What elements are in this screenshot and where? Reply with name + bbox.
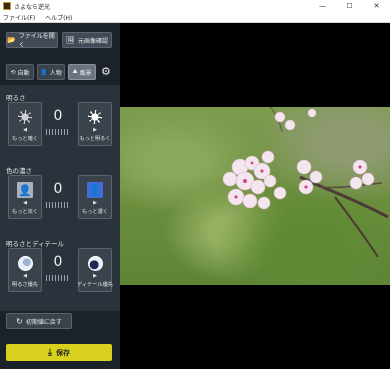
tab-auto[interactable]: ⟲ 自動 bbox=[6, 64, 34, 80]
brightness-detail-value: 0 bbox=[53, 254, 63, 270]
brightness-value: 0 bbox=[53, 108, 63, 124]
right-arrow-icon: ▶ bbox=[93, 127, 97, 133]
image-icon: 🖼 bbox=[66, 36, 75, 44]
tab-landscape[interactable]: ⛰ 風景 bbox=[68, 64, 96, 80]
sun-dim-icon bbox=[18, 110, 32, 124]
color-depth-value: 0 bbox=[53, 181, 63, 197]
person-vivid-icon: 👤 bbox=[88, 183, 102, 197]
reset-label: 初期値に戻す bbox=[25, 318, 62, 326]
brightness-priority-icon bbox=[17, 255, 33, 271]
title-bar: さよなら逆光 — ☐ ✕ bbox=[0, 0, 390, 12]
brightness-slider[interactable] bbox=[46, 129, 70, 135]
tab-person[interactable]: 👤 人物 bbox=[37, 64, 65, 80]
detail-priority-button[interactable]: ▶ ディテール優先 bbox=[77, 248, 113, 292]
auto-icon: ⟲ bbox=[10, 68, 16, 76]
landscape-icon: ⛰ bbox=[72, 68, 78, 75]
minimize-button[interactable]: — bbox=[309, 0, 336, 12]
brightness-minus-button[interactable]: ◀ もっと暗く bbox=[8, 102, 42, 146]
window-controls: — ☐ ✕ bbox=[309, 0, 390, 12]
menu-file[interactable]: ファイル(F) bbox=[3, 13, 35, 22]
person-icon: 👤 bbox=[40, 68, 48, 76]
view-original-label: 元画像確認 bbox=[77, 37, 108, 45]
save-label: 保存 bbox=[55, 348, 70, 357]
person-pale-icon: 👤 bbox=[18, 183, 32, 197]
brightness-detail-title: 明るさとディテール bbox=[6, 240, 65, 248]
color-depth-minus-button[interactable]: 👤 ◀ もっと淡く bbox=[8, 175, 42, 219]
maximize-button[interactable]: ☐ bbox=[336, 0, 363, 12]
cherry-blossom-image bbox=[222, 107, 389, 258]
brightness-minus-label: もっと暗く bbox=[12, 136, 38, 142]
brightness-title: 明るさ bbox=[6, 94, 26, 102]
download-icon: ⤓ bbox=[48, 347, 52, 358]
color-depth-plus-button[interactable]: 👤 ▶ もっと濃く bbox=[78, 175, 112, 219]
left-arrow-icon: ◀ bbox=[23, 200, 27, 206]
right-arrow-icon: ▶ bbox=[93, 200, 97, 206]
app-icon bbox=[3, 2, 11, 10]
detail-priority-label: ディテール優先 bbox=[77, 282, 113, 288]
color-depth-title: 色の濃さ bbox=[6, 167, 32, 175]
color-depth-minus-label: もっと淡く bbox=[12, 209, 38, 215]
gear-icon[interactable]: ⚙ bbox=[101, 65, 111, 78]
reset-icon: ↻ bbox=[16, 316, 23, 326]
brightness-plus-button[interactable]: ▶ もっと明るく bbox=[78, 102, 112, 146]
menu-bar: ファイル(F) ヘルプ(H) bbox=[0, 12, 390, 23]
right-arrow-icon: ▶ bbox=[93, 273, 97, 279]
color-depth-plus-label: もっと濃く bbox=[82, 209, 108, 215]
open-file-label: ファイルを開く bbox=[18, 33, 55, 49]
brightness-detail-slider[interactable] bbox=[46, 275, 70, 281]
brightness-priority-button[interactable]: ◀ 明るさ優先 bbox=[8, 248, 42, 292]
left-arrow-icon: ◀ bbox=[23, 273, 27, 279]
sun-icon bbox=[88, 110, 102, 124]
detail-priority-icon bbox=[87, 255, 103, 271]
window-title: さよなら逆光 bbox=[14, 3, 51, 11]
brightness-priority-label: 明るさ優先 bbox=[12, 282, 38, 288]
menu-help[interactable]: ヘルプ(H) bbox=[45, 13, 72, 22]
reset-button[interactable]: ↻ 初期値に戻す bbox=[6, 313, 72, 329]
view-original-button[interactable]: 🖼 元画像確認 bbox=[62, 32, 112, 48]
save-button[interactable]: ⤓ 保存 bbox=[6, 344, 112, 361]
open-file-button[interactable]: 📂 ファイルを開く bbox=[6, 32, 58, 49]
color-depth-slider[interactable] bbox=[46, 202, 70, 208]
folder-icon: 📂 bbox=[7, 36, 16, 44]
left-arrow-icon: ◀ bbox=[23, 127, 27, 133]
brightness-plus-label: もっと明るく bbox=[79, 136, 111, 142]
close-button[interactable]: ✕ bbox=[363, 0, 390, 12]
photo-preview bbox=[120, 107, 390, 285]
